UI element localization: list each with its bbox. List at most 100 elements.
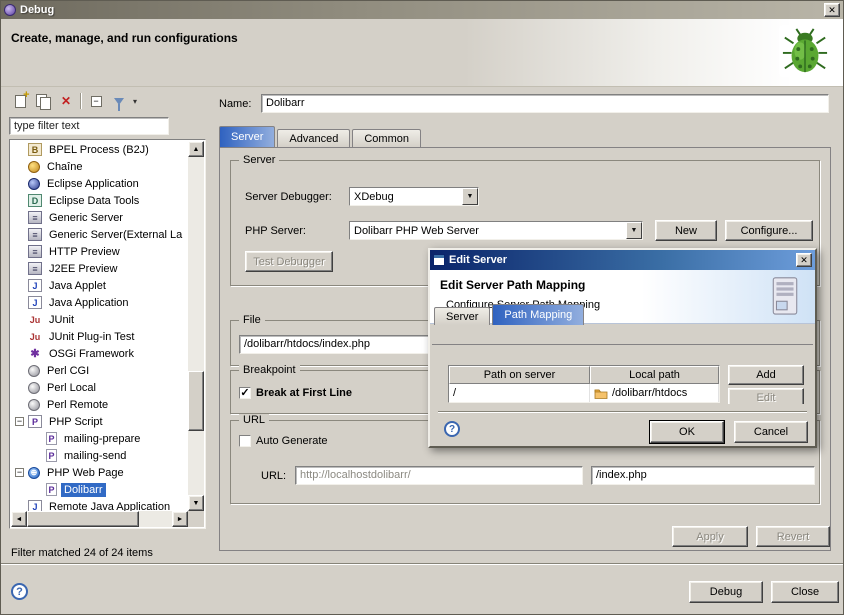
tab-server-settings[interactable]: Server: [434, 307, 490, 325]
perl-icon: [28, 382, 40, 394]
tree-item-generic-server-external[interactable]: Generic Server(External La: [11, 226, 188, 243]
auto-generate-label: Auto Generate: [256, 435, 328, 447]
table-header-row: Path on server Local path: [449, 366, 719, 384]
tree-item-bpel-process[interactable]: BPEL Process (B2J): [11, 141, 188, 158]
php-server-select[interactable]: Dolibarr PHP Web Server: [349, 221, 643, 240]
dialog-titlebar: Edit Server: [430, 250, 815, 270]
tree-vertical-scrollbar[interactable]: ▲ ▼: [188, 141, 204, 511]
server-icon: [28, 245, 42, 258]
collapse-icon[interactable]: [15, 468, 24, 477]
tree-item-php-web-page[interactable]: PHP Web Page: [11, 464, 188, 481]
edit-server-dialog: Edit Server Edit Server Path Mapping Con…: [428, 248, 817, 448]
tree-item-chaine[interactable]: Chaîne: [11, 158, 188, 175]
window-close-icon[interactable]: [824, 3, 840, 17]
chevron-down-icon[interactable]: [462, 188, 478, 205]
name-input[interactable]: Dolibarr: [261, 94, 829, 113]
break-at-first-line-label: Break at First Line: [256, 387, 352, 399]
auto-generate-checkbox[interactable]: [239, 435, 251, 447]
url-group-title: URL: [239, 414, 269, 426]
filter-icon[interactable]: [110, 92, 128, 110]
tree-item-j2ee-preview[interactable]: J2EE Preview: [11, 260, 188, 277]
configurations-tree: BPEL Process (B2J) Chaîne Eclipse Applic…: [9, 139, 206, 529]
debug-configurations-window: Debug Create, manage, and run configurat…: [0, 0, 844, 615]
tab-advanced[interactable]: Advanced: [277, 129, 350, 147]
configurations-panel: type filter text BPEL Process (B2J) Chaî…: [9, 89, 207, 541]
tree-item-java-applet[interactable]: Java Applet: [11, 277, 188, 294]
configure-server-button[interactable]: Configure...: [725, 220, 813, 241]
table-row[interactable]: / /dolibarr/htdocs: [449, 384, 719, 402]
dialog-icon: [433, 254, 445, 266]
window-title: Debug: [20, 4, 824, 16]
dialog-close-icon[interactable]: [796, 253, 812, 267]
break-at-first-line-checkbox[interactable]: [239, 387, 251, 399]
auto-generate-row: Auto Generate: [239, 435, 328, 447]
tree-horizontal-scrollbar[interactable]: ◄ ►: [11, 511, 188, 527]
revert-button[interactable]: Revert: [756, 526, 830, 547]
tree-item-java-application[interactable]: Java Application: [11, 294, 188, 311]
tree-item-junit-plugin-test[interactable]: JUnit Plug-in Test: [11, 328, 188, 345]
php-server-label: PHP Server:: [245, 225, 306, 237]
php-file-icon: [46, 483, 57, 496]
tree-item-dolibarr[interactable]: Dolibarr: [11, 481, 188, 498]
tree-item-generic-server[interactable]: Generic Server: [11, 209, 188, 226]
ok-button[interactable]: OK: [650, 421, 724, 443]
tree-item-eclipse-application[interactable]: Eclipse Application: [11, 175, 188, 192]
tree-item-eclipse-data-tools[interactable]: Eclipse Data Tools: [11, 192, 188, 209]
collapse-all-icon[interactable]: [87, 92, 105, 110]
test-debugger-button[interactable]: Test Debugger: [245, 251, 333, 272]
mapping-buttons: Add Edit: [728, 365, 804, 404]
tree-item-perl-remote[interactable]: Perl Remote: [11, 396, 188, 413]
tree-item-http-preview[interactable]: HTTP Preview: [11, 243, 188, 260]
path-mapping-table[interactable]: Path on server Local path / /dolibarr/ht…: [448, 365, 720, 403]
new-server-button[interactable]: New: [655, 220, 717, 241]
tree-item-remote-java-application[interactable]: Remote Java Application: [11, 498, 188, 511]
tree-item-junit[interactable]: JUnit: [11, 311, 188, 328]
file-group-title: File: [239, 314, 265, 326]
server-group-title: Server: [239, 154, 279, 166]
chevron-down-icon[interactable]: [626, 222, 642, 239]
scroll-up-icon[interactable]: ▲: [188, 141, 204, 157]
apply-button[interactable]: Apply: [672, 526, 748, 547]
help-icon[interactable]: [11, 583, 28, 600]
url-base-input[interactable]: http://localhostdolibarr/: [295, 466, 583, 485]
scrollbar-thumb[interactable]: [188, 371, 204, 431]
debug-bug-image: [779, 25, 831, 77]
tab-path-mapping[interactable]: Path Mapping: [492, 304, 584, 325]
tree-item-php-script[interactable]: PHP Script: [11, 413, 188, 430]
server-debugger-label: Server Debugger:: [245, 191, 332, 203]
filter-input[interactable]: type filter text: [9, 117, 169, 135]
tree-item-osgi-framework[interactable]: OSGi Framework: [11, 345, 188, 362]
collapse-icon[interactable]: [15, 417, 24, 426]
duplicate-configuration-icon[interactable]: [34, 92, 52, 110]
dialog-title: Edit Server: [449, 254, 796, 266]
path-on-server-header[interactable]: Path on server: [449, 366, 590, 384]
tree-item-mailing-prepare[interactable]: mailing-prepare: [11, 430, 188, 447]
tree-item-perl-cgi[interactable]: Perl CGI: [11, 362, 188, 379]
add-mapping-button[interactable]: Add: [728, 365, 804, 385]
server-debugger-select[interactable]: XDebug: [349, 187, 479, 206]
php-file-icon: [46, 449, 57, 462]
filter-menu-chevron-icon[interactable]: [133, 97, 137, 106]
new-configuration-icon[interactable]: [11, 92, 29, 110]
close-button[interactable]: Close: [771, 581, 839, 603]
edit-mapping-button[interactable]: Edit: [728, 388, 804, 404]
dialog-separator: [438, 411, 807, 413]
cancel-button[interactable]: Cancel: [734, 421, 808, 443]
dialog-help-icon[interactable]: [444, 421, 460, 437]
debug-button[interactable]: Debug: [689, 581, 763, 603]
url-path-input[interactable]: /index.php: [591, 466, 815, 485]
scroll-right-icon[interactable]: ►: [172, 511, 188, 527]
tree-item-perl-local[interactable]: Perl Local: [11, 379, 188, 396]
java-applet-icon: [28, 279, 42, 292]
local-path-header[interactable]: Local path: [590, 366, 719, 384]
tab-common[interactable]: Common: [352, 129, 421, 147]
scrollbar-thumb[interactable]: [27, 511, 139, 527]
toolbar-separator: [80, 93, 82, 109]
scroll-left-icon[interactable]: ◄: [11, 511, 27, 527]
delete-configuration-icon[interactable]: [57, 92, 75, 110]
scroll-down-icon[interactable]: ▼: [188, 495, 204, 511]
tree-item-mailing-send[interactable]: mailing-send: [11, 447, 188, 464]
server-icon: [28, 228, 42, 241]
tab-server[interactable]: Server: [219, 126, 275, 147]
folder-icon: [594, 388, 608, 399]
